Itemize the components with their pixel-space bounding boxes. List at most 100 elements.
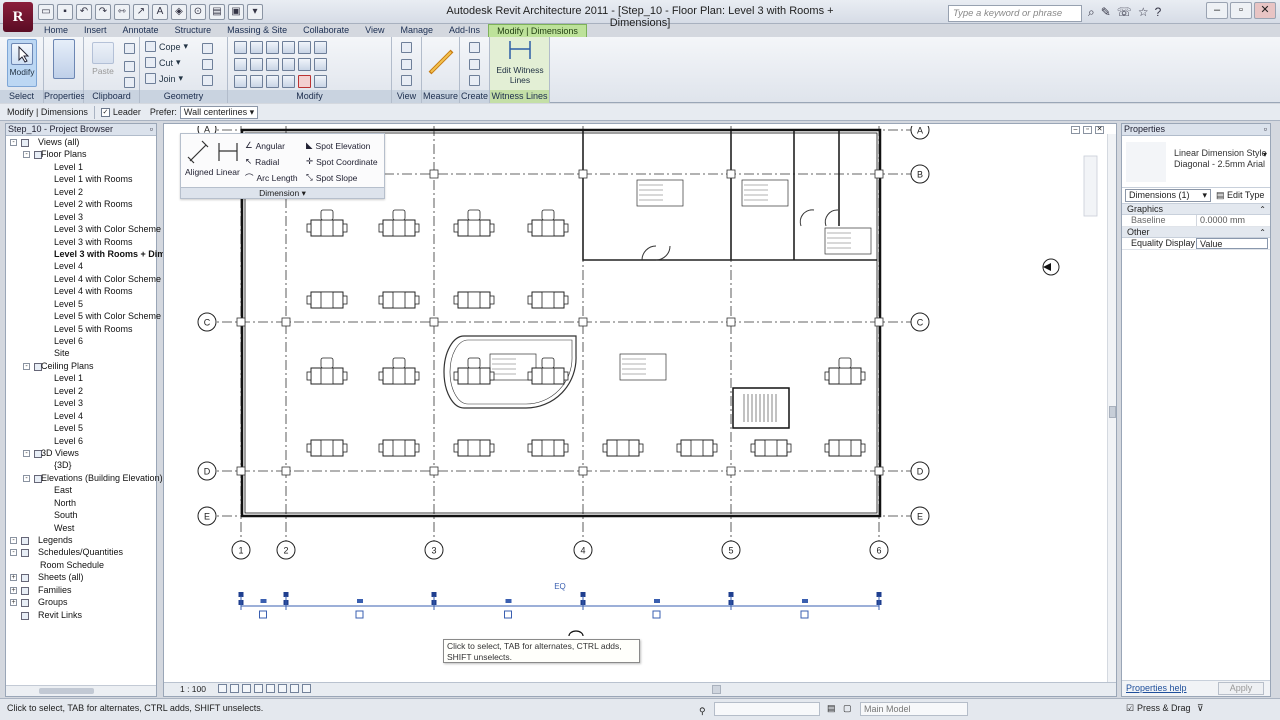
paint-icon[interactable]: [202, 75, 213, 86]
property-category-header[interactable]: Graphics ⌃: [1122, 204, 1270, 215]
temp-hide-icon[interactable]: [290, 684, 299, 693]
workset-field[interactable]: [714, 702, 820, 716]
type-dropdown-icon[interactable]: ▾: [1263, 150, 1267, 159]
application-menu-button[interactable]: R: [3, 2, 33, 32]
browser-item[interactable]: Level 5 with Color Scheme: [6, 310, 161, 322]
trim-icon[interactable]: [314, 41, 327, 54]
restore-button[interactable]: ▫: [1230, 2, 1252, 19]
modify-button[interactable]: Modify: [7, 39, 37, 87]
undo-icon[interactable]: ↶: [76, 4, 92, 20]
expand-icon[interactable]: +: [10, 599, 17, 607]
collapse-icon[interactable]: -: [23, 151, 30, 159]
browser-item[interactable]: Level 4 with Color Scheme: [6, 273, 161, 285]
property-value[interactable]: 0.0000 mm: [1196, 215, 1268, 226]
worksets-icon[interactable]: ⚲: [699, 702, 706, 720]
browser-item[interactable]: East: [6, 484, 156, 496]
browser-item[interactable]: Level 2: [6, 186, 156, 198]
tab-massing-site[interactable]: Massing & Site: [219, 24, 295, 37]
apply-button[interactable]: Apply: [1218, 682, 1264, 695]
tag-icon[interactable]: A: [152, 4, 168, 20]
split-icon[interactable]: [298, 41, 311, 54]
create-similar-icon[interactable]: [469, 42, 480, 53]
edit-witness-lines-button[interactable]: Edit Witness Lines: [494, 39, 546, 87]
show-crop-icon[interactable]: [278, 684, 287, 693]
pin-icon[interactable]: [234, 75, 247, 88]
floor-plan-canvas[interactable]: ABBCCDDEEA123456EQ: [164, 126, 1108, 674]
tab-manage[interactable]: Manage: [393, 24, 442, 37]
lock-icon[interactable]: [314, 75, 327, 88]
tab-view[interactable]: View: [357, 24, 392, 37]
press-drag-checkbox[interactable]: ☑: [1126, 699, 1134, 717]
3d-view-icon[interactable]: ◈: [171, 4, 187, 20]
horizontal-scroll-thumb[interactable]: [712, 685, 721, 694]
browser-item[interactable]: - Legends: [6, 534, 156, 546]
match-icon[interactable]: [124, 77, 135, 88]
move-icon[interactable]: [234, 58, 247, 71]
angular-dimension-button[interactable]: ∠ Angular: [245, 140, 285, 151]
prefer-dropdown[interactable]: Wall centerlines ▾: [179, 105, 259, 119]
browser-item[interactable]: West: [6, 522, 156, 534]
array-icon[interactable]: [298, 58, 311, 71]
browser-item[interactable]: Level 2: [6, 385, 156, 397]
drawing-viewport[interactable]: – ▫ ✕ ABBCCDDEEA123456EQ 1 : 100: [163, 123, 1117, 697]
view-scale[interactable]: 1 : 100: [180, 683, 206, 696]
spot-coordinate-button[interactable]: ✛ Spot Coordinate: [306, 156, 378, 167]
browser-scrollbar[interactable]: [6, 685, 156, 696]
browser-item[interactable]: Revit Links: [6, 609, 156, 621]
browser-item[interactable]: + Groups: [6, 596, 156, 608]
linework-icon[interactable]: [401, 75, 412, 86]
switch-windows-icon[interactable]: ▣: [228, 4, 244, 20]
offset-icon[interactable]: [250, 41, 263, 54]
browser-item[interactable]: Room Schedule: [6, 559, 156, 571]
editable-only-icon[interactable]: ▢: [843, 699, 852, 717]
binoculars-icon[interactable]: ⌕: [1088, 5, 1095, 20]
unpin-icon[interactable]: [250, 75, 263, 88]
design-options-icon[interactable]: ▤: [827, 699, 836, 717]
browser-item[interactable]: Level 4: [6, 410, 156, 422]
collapse-category-icon[interactable]: ⌃: [1259, 204, 1266, 215]
tab-modify-dimensions[interactable]: Modify | Dimensions: [488, 24, 587, 37]
paste-button[interactable]: Paste: [89, 39, 117, 87]
browser-item[interactable]: Level 4: [6, 260, 156, 272]
linear-dimension-button[interactable]: Linear: [215, 137, 241, 183]
scale-icon[interactable]: [314, 58, 327, 71]
measure-tool-icon[interactable]: [428, 45, 454, 77]
vertical-scroll-thumb[interactable]: [1109, 406, 1116, 418]
edit-type-button[interactable]: ▤ Edit Type: [1216, 188, 1264, 203]
browser-item[interactable]: - Views (all): [6, 136, 156, 148]
collapse-icon[interactable]: -: [23, 474, 30, 482]
collapse-icon[interactable]: -: [23, 449, 30, 457]
browser-item[interactable]: Level 3 with Color Scheme: [6, 223, 161, 235]
expand-icon[interactable]: +: [10, 574, 17, 582]
close-button[interactable]: ✕: [1254, 2, 1276, 19]
property-category-header[interactable]: Other ⌃: [1122, 227, 1270, 238]
browser-item[interactable]: + Sheets (all): [6, 571, 156, 583]
browser-item[interactable]: + Families: [6, 584, 156, 596]
align-icon[interactable]: [234, 41, 247, 54]
tab-structure[interactable]: Structure: [167, 24, 220, 37]
create-assembly-icon[interactable]: [469, 75, 480, 86]
favorites-icon[interactable]: ☆: [1138, 5, 1149, 20]
qat-dropdown-icon[interactable]: ▾: [247, 4, 263, 20]
cope-button[interactable]: Cope ▾: [145, 41, 188, 52]
aligned-dim-icon[interactable]: ↗: [133, 4, 149, 20]
properties-help-link[interactable]: Properties help: [1126, 683, 1187, 693]
collapse-category-icon[interactable]: ⌃: [1259, 227, 1266, 238]
copy-icon[interactable]: [124, 61, 135, 72]
browser-item[interactable]: {3D}: [6, 459, 156, 471]
spot-slope-button[interactable]: ⤡ Spot Slope: [306, 172, 357, 183]
shadows-icon[interactable]: [254, 684, 263, 693]
tab-home[interactable]: Home: [36, 24, 76, 37]
browser-item[interactable]: Level 3 with Rooms: [6, 236, 156, 248]
cut-icon[interactable]: [124, 43, 135, 54]
browser-item[interactable]: Level 5: [6, 298, 156, 310]
property-value[interactable]: Value: [1196, 238, 1268, 249]
browser-item[interactable]: Level 1: [6, 372, 156, 384]
dimension-panel-footer[interactable]: Dimension ▾: [181, 187, 384, 198]
rotate-icon[interactable]: [266, 58, 279, 71]
browser-item[interactable]: Site: [6, 347, 156, 359]
join-button[interactable]: Join ▾: [145, 73, 183, 84]
browser-item[interactable]: Level 4 with Rooms: [6, 285, 156, 297]
browser-item[interactable]: - Schedules/Quantities: [6, 546, 156, 558]
instance-filter-dropdown[interactable]: Dimensions (1) ▾: [1125, 189, 1211, 202]
